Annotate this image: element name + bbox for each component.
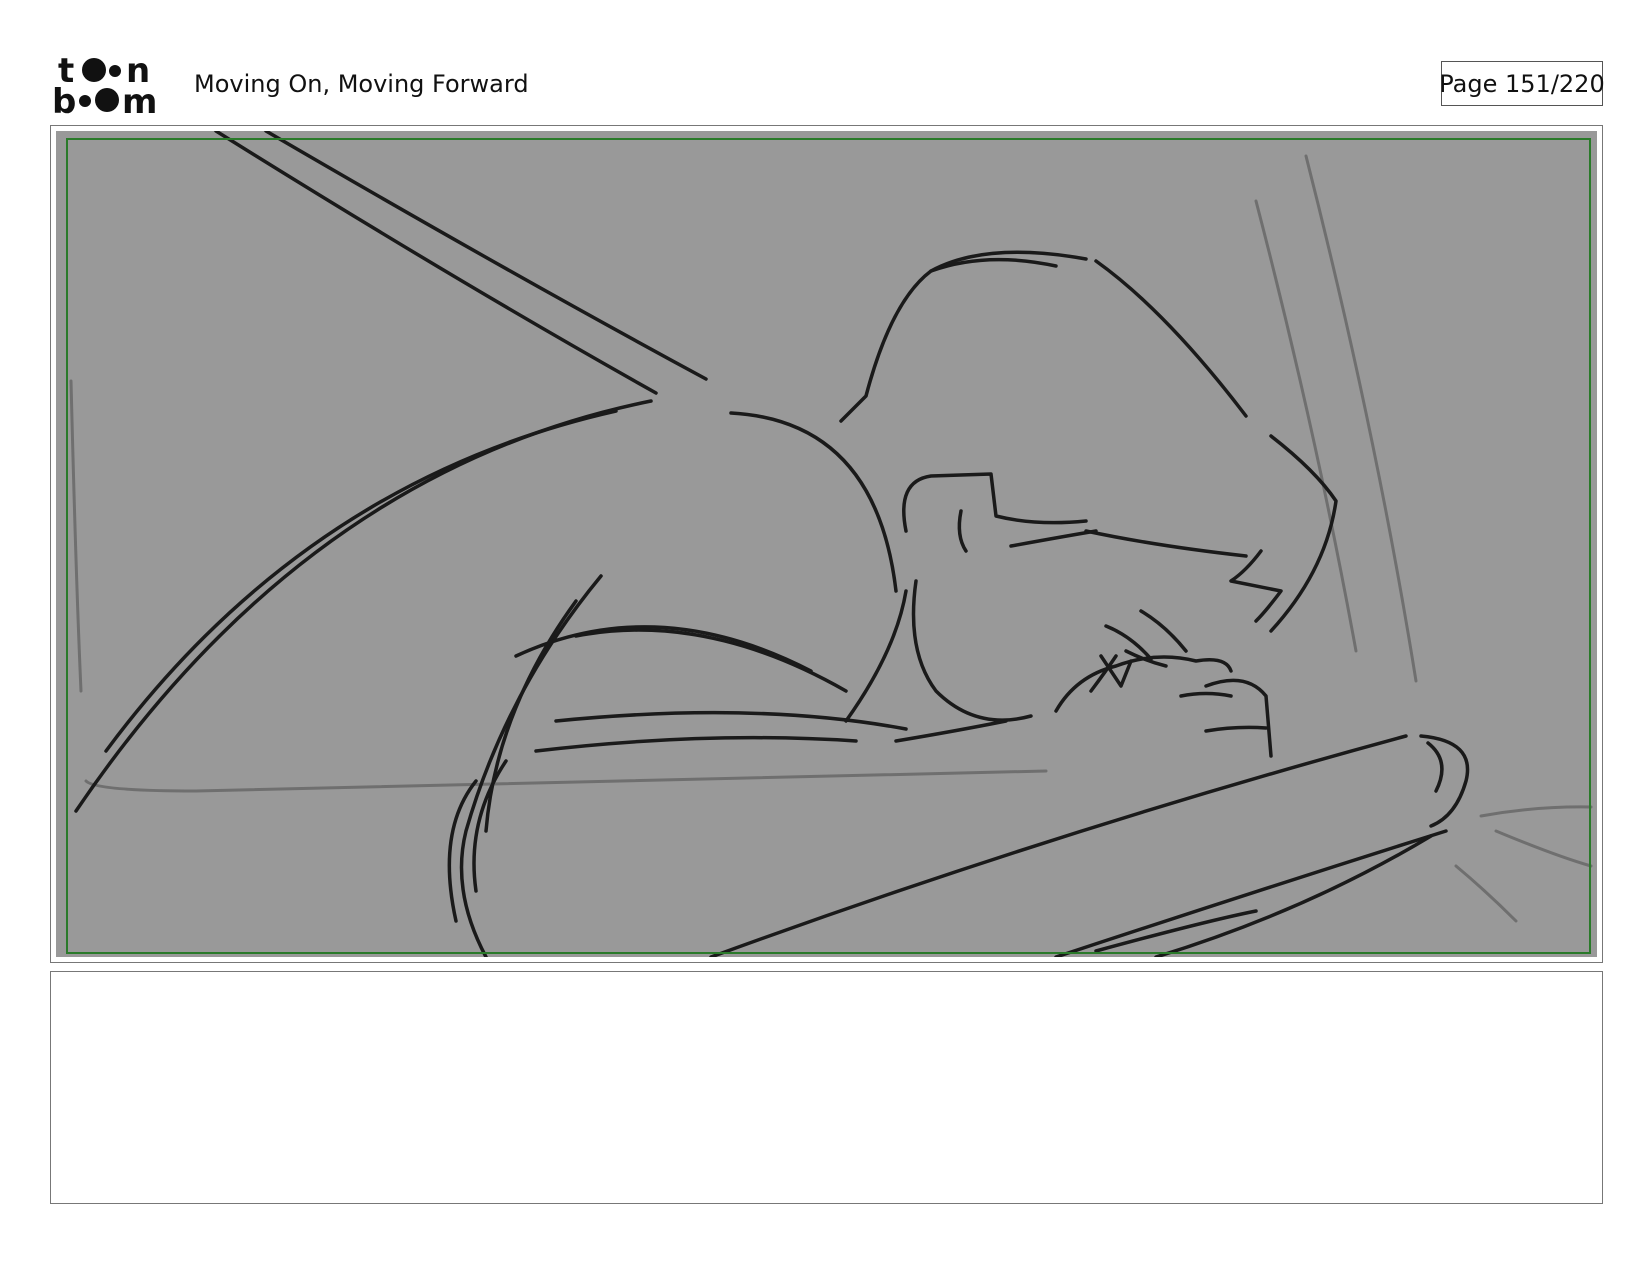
storyboard-panel (50, 125, 1603, 963)
toon-boom-logo: t n b m (52, 52, 170, 116)
panel-notes-box (50, 971, 1603, 1204)
panel-sketch-image (56, 131, 1597, 957)
svg-text:m: m (122, 82, 157, 116)
document-title: Moving On, Moving Forward (194, 70, 529, 98)
page-number: Page 151/220 (1439, 61, 1605, 106)
svg-text:b: b (52, 82, 76, 116)
safe-area-frame (66, 138, 1591, 954)
